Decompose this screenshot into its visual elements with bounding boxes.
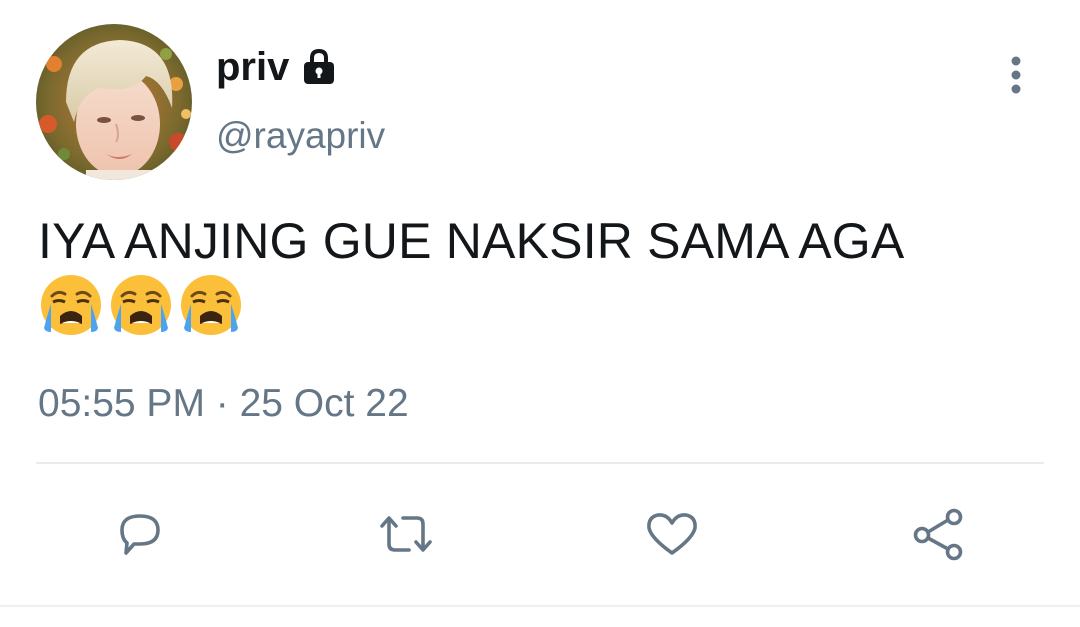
divider	[36, 462, 1044, 464]
more-options-icon[interactable]	[996, 52, 1036, 98]
display-name-text: priv	[216, 45, 290, 89]
bottom-divider	[0, 605, 1080, 607]
share-button[interactable]	[908, 506, 968, 566]
author-handle[interactable]: @rayapriv	[216, 114, 385, 158]
lock-icon	[299, 47, 339, 87]
loudly-crying-face-icon	[38, 272, 104, 338]
tweet-timestamp[interactable]: 05:55 PM · 25 Oct 22	[38, 380, 409, 428]
reply-icon	[112, 506, 168, 567]
share-icon	[909, 505, 967, 568]
retweet-button[interactable]	[376, 506, 436, 566]
retweet-icon	[376, 506, 436, 567]
like-button[interactable]	[642, 506, 702, 566]
tweet-text: IYA ANJING GUE NAKSIR SAMA AGA	[38, 213, 905, 269]
avatar[interactable]	[36, 24, 192, 180]
heart-icon	[643, 506, 701, 567]
emoji-row	[38, 272, 244, 338]
loudly-crying-face-icon	[108, 272, 174, 338]
loudly-crying-face-icon	[178, 272, 244, 338]
author-display-name[interactable]: priv	[216, 44, 339, 90]
reply-button[interactable]	[110, 506, 170, 566]
